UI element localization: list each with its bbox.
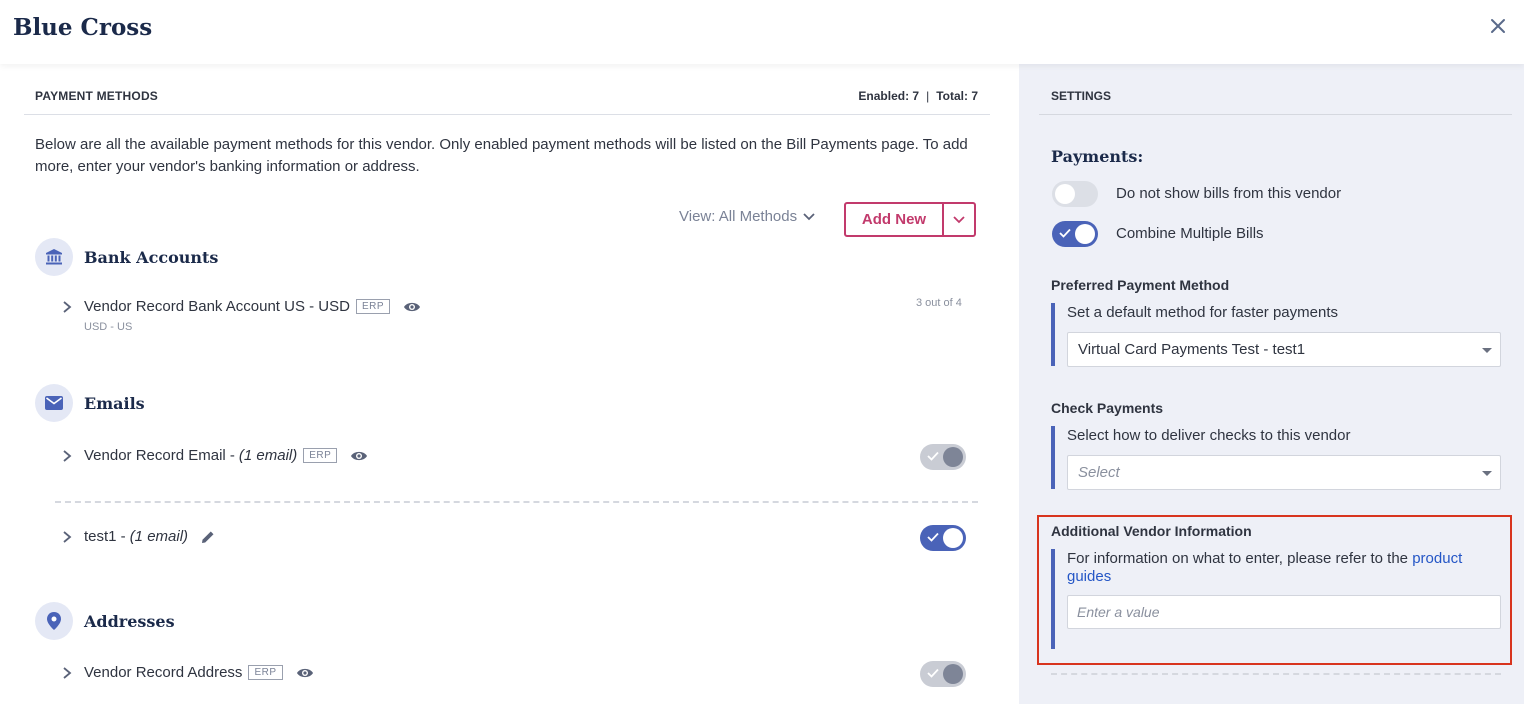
email-detail: (1 email): [238, 447, 298, 464]
preferred-method-value: Virtual Card Payments Test - test1: [1078, 341, 1306, 358]
caret-down-icon: [1482, 471, 1492, 476]
bank-account-name: Vendor Record Bank Account US - USD: [84, 298, 350, 315]
hide-bills-toggle[interactable]: [1052, 181, 1098, 207]
email-test1-toggle[interactable]: [920, 525, 966, 551]
check-delivery-placeholder: Select: [1078, 464, 1120, 481]
pencil-icon[interactable]: [200, 529, 216, 545]
check-delivery-select[interactable]: Select: [1067, 455, 1501, 490]
addresses-title: Addresses: [84, 612, 175, 631]
chevron-right-icon: [63, 300, 72, 313]
payment-methods-panel: PAYMENT METHODS Enabled: 7 | Total: 7 Belo…: [0, 64, 1019, 704]
chevron-down-icon: [953, 215, 965, 223]
field-accent-bar: [1051, 549, 1055, 649]
chevron-right-icon: [63, 666, 72, 679]
erp-badge: ERP: [355, 299, 391, 314]
list-item-address[interactable]: Vendor Record Address ERP: [62, 664, 314, 681]
add-new-dropdown-button[interactable]: [944, 204, 974, 235]
chevron-right-icon: [63, 449, 72, 462]
additional-info-desc-text: For information on what to enter, please…: [1067, 550, 1409, 567]
email-name: test1 -: [84, 528, 126, 545]
settings-panel: SETTINGS Payments: Do not show bills fro…: [1019, 64, 1524, 704]
additional-info-title: Additional Vendor Information: [1051, 523, 1252, 539]
intro-text: Below are all the available payment meth…: [35, 136, 968, 175]
chevron-right-icon: [63, 530, 72, 543]
view-filter-label: View: All Methods: [679, 208, 798, 225]
additional-info-desc: For information on what to enter, please…: [1067, 550, 1497, 586]
email-vendor-record-toggle: [920, 444, 966, 470]
divider: [55, 501, 978, 503]
bank-icon: [35, 238, 73, 276]
bank-accounts-title: Bank Accounts: [84, 248, 219, 267]
chevron-down-icon: [803, 212, 815, 220]
location-pin-icon: [35, 602, 73, 640]
eye-icon[interactable]: [296, 667, 314, 679]
bank-account-currency: USD - US: [84, 321, 133, 333]
combine-bills-label: Combine Multiple Bills: [1116, 225, 1264, 242]
field-accent-bar: [1051, 303, 1055, 366]
list-item-email-vendor-record[interactable]: Vendor Record Email - (1 email) ERP: [62, 447, 368, 464]
email-detail: (1 email): [129, 528, 189, 545]
erp-badge: ERP: [303, 448, 338, 463]
divider: [1051, 673, 1501, 675]
check-icon: [927, 532, 939, 542]
method-counts: Enabled: 7 | Total: 7: [858, 89, 978, 103]
address-name: Vendor Record Address: [84, 664, 243, 681]
field-accent-bar: [1051, 426, 1055, 489]
erp-badge: ERP: [248, 665, 283, 680]
settings-heading: SETTINGS: [1051, 89, 1112, 103]
check-icon: [927, 451, 939, 461]
address-toggle: [920, 661, 966, 687]
combine-bills-toggle[interactable]: [1052, 221, 1098, 247]
check-icon: [927, 668, 939, 678]
email-icon: [35, 384, 73, 422]
preferred-method-desc: Set a default method for faster payments: [1067, 304, 1338, 321]
emails-title: Emails: [84, 394, 145, 413]
close-icon[interactable]: [1488, 16, 1508, 36]
payment-methods-heading: PAYMENT METHODS: [35, 89, 159, 103]
list-item-bank-account[interactable]: Vendor Record Bank Account US - USD ERP: [62, 298, 421, 315]
caret-down-icon: [1482, 348, 1492, 353]
enabled-count: Enabled: 7: [858, 89, 920, 103]
check-icon: [1059, 228, 1071, 238]
add-new-split-button: Add New: [844, 202, 976, 237]
modal-header: Blue Cross: [0, 0, 1524, 64]
bank-account-count-note: 3 out of 4: [916, 297, 962, 309]
additional-info-input[interactable]: Enter a value: [1067, 595, 1501, 629]
eye-icon[interactable]: [350, 450, 368, 462]
check-payments-title: Check Payments: [1051, 400, 1164, 416]
hide-bills-label: Do not show bills from this vendor: [1116, 185, 1342, 202]
additional-info-placeholder: Enter a value: [1077, 604, 1160, 620]
divider: [24, 114, 990, 115]
email-name: Vendor Record Email -: [84, 447, 235, 464]
vendor-title: Blue Cross: [13, 14, 153, 41]
check-payments-desc: Select how to deliver checks to this ven…: [1067, 427, 1351, 444]
eye-icon[interactable]: [403, 301, 421, 313]
view-filter-select[interactable]: View: All Methods: [679, 208, 815, 225]
preferred-method-select[interactable]: Virtual Card Payments Test - test1: [1067, 332, 1501, 367]
payments-title: Payments:: [1051, 147, 1144, 166]
add-new-button[interactable]: Add New: [846, 204, 944, 235]
divider: [1039, 114, 1512, 115]
preferred-method-title: Preferred Payment Method: [1051, 277, 1230, 293]
list-item-email-test1[interactable]: test1 - (1 email): [62, 528, 216, 545]
total-count: Total: 7: [936, 89, 978, 103]
